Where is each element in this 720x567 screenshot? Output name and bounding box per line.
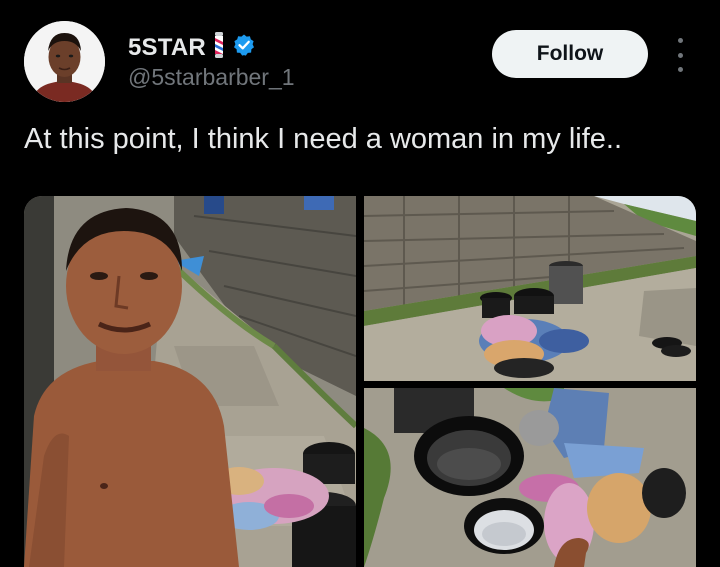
photo-yard-buckets[interactable] xyxy=(364,196,696,381)
user-handle[interactable]: @5starbarber_1 xyxy=(128,64,295,91)
tweet-card: 5STAR @5starbarber_1 Follow At this poin… xyxy=(0,0,720,567)
barber-pole-icon xyxy=(212,32,226,63)
photo-basins-closeup[interactable] xyxy=(364,388,696,567)
media-grid xyxy=(24,196,696,567)
follow-button[interactable]: Follow xyxy=(492,30,648,78)
display-name[interactable]: 5STAR xyxy=(128,34,206,62)
avatar[interactable] xyxy=(24,21,105,102)
user-name-row[interactable]: 5STAR xyxy=(128,32,256,63)
avatar-image xyxy=(24,21,105,102)
photo-selfie[interactable] xyxy=(24,196,356,567)
verified-badge-icon[interactable] xyxy=(232,33,256,62)
more-options-icon[interactable] xyxy=(668,38,692,72)
tweet-text: At this point, I think I need a woman in… xyxy=(24,123,623,155)
